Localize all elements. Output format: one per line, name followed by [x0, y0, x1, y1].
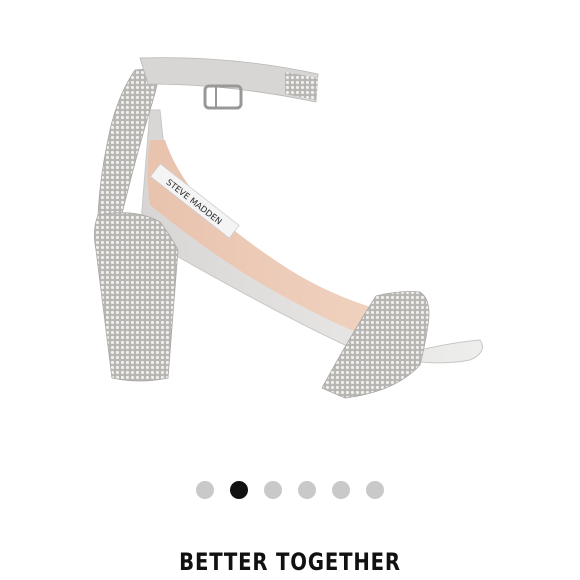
carousel-dot[interactable]	[196, 481, 214, 499]
product-viewer: STEVE MADDEN BETTER TOGETHER	[0, 0, 580, 580]
carousel-dot[interactable]	[332, 481, 350, 499]
product-image-sandal[interactable]: STEVE MADDEN	[0, 0, 580, 470]
carousel-dot-active[interactable]	[230, 481, 248, 499]
carousel-pagination	[0, 480, 580, 500]
carousel-dot[interactable]	[366, 481, 384, 499]
block-heel	[94, 212, 179, 382]
carousel-dot[interactable]	[298, 481, 316, 499]
caption-title: BETTER TOGETHER	[179, 548, 401, 576]
carousel-dot[interactable]	[264, 481, 282, 499]
